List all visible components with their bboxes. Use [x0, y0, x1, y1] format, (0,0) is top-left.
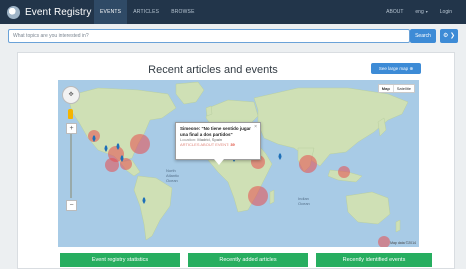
language-dropdown[interactable]: eng ▾	[409, 0, 433, 24]
event-bubble[interactable]	[338, 166, 350, 178]
search-row: What topics are you interested in? Searc…	[8, 29, 458, 43]
tab-recently-identified-events[interactable]: Recently identified events	[316, 253, 432, 267]
event-bubble[interactable]	[299, 155, 317, 173]
nav-right: ABOUT eng ▾ Login	[380, 0, 458, 24]
map-canvas: North Atlantic Ocean Indian Ocean	[67, 81, 409, 247]
brand[interactable]: Event Registry	[7, 4, 91, 20]
event-info-window: × Simeone: "No tiene sentido jugar una f…	[175, 122, 261, 165]
count-label: ARTICLES ABOUT EVENT:	[180, 142, 230, 147]
nav-tab-browse[interactable]: BROWSE	[165, 0, 200, 24]
bottom-tabs: Event registry statistics Recently added…	[60, 253, 456, 267]
nav-tab-events[interactable]: EVENTS	[94, 0, 128, 24]
search-placeholder: What topics are you interested in?	[13, 33, 89, 39]
ocean-label: Ocean	[298, 201, 310, 206]
count-value: 39	[230, 142, 235, 147]
ocean-label: Ocean	[166, 178, 178, 183]
map-type-satellite[interactable]: Satellite	[394, 85, 414, 92]
world-map[interactable]: North Atlantic Ocean Indian Ocean Map Sa…	[58, 80, 419, 247]
event-title[interactable]: Simeone: "No tiene sentido jugar una fin…	[180, 126, 256, 137]
tab-recently-added-articles[interactable]: Recently added articles	[188, 253, 308, 267]
event-bubble[interactable]	[378, 236, 390, 247]
nav-tabs: EVENTS ARTICLES BROWSE	[94, 0, 201, 24]
event-article-count: ARTICLES ABOUT EVENT: 39	[180, 142, 256, 147]
nav-about[interactable]: ABOUT	[380, 0, 409, 24]
login-link[interactable]: Login	[434, 0, 458, 24]
map-type-map[interactable]: Map	[379, 85, 394, 92]
search-button[interactable]: Search	[410, 29, 436, 43]
nav-tab-articles[interactable]: ARTICLES	[127, 0, 165, 24]
map-type-toggle: Map Satellite	[377, 84, 415, 93]
event-bubble[interactable]	[248, 186, 268, 206]
map-pin-icon[interactable]	[278, 153, 282, 160]
zoom-slider[interactable]	[70, 134, 72, 198]
see-large-map-button[interactable]: See large map ⊕	[371, 63, 421, 74]
top-navbar: Event Registry EVENTS ARTICLES BROWSE AB…	[0, 0, 466, 24]
event-bubble[interactable]	[105, 158, 119, 172]
street-view-pegman-icon[interactable]	[68, 109, 73, 119]
zoom-out-button[interactable]: −	[66, 200, 77, 211]
section-title: Recent articles and events	[148, 64, 278, 76]
language-label: eng	[415, 9, 424, 15]
main-card: Recent articles and events See large map…	[17, 52, 455, 269]
map-attribution: Map data ©2014	[390, 241, 416, 245]
tab-event-registry-statistics[interactable]: Event registry statistics	[60, 253, 180, 267]
pan-control-icon[interactable]: ✥	[62, 86, 80, 104]
search-input[interactable]: What topics are you interested in?	[8, 29, 410, 43]
close-icon[interactable]: ×	[254, 124, 257, 130]
app-name: Event Registry	[25, 6, 92, 18]
search-options-button[interactable]: ⚙ ❯	[440, 29, 458, 43]
event-bubble[interactable]	[130, 134, 150, 154]
zoom-in-button[interactable]: +	[66, 123, 77, 134]
caret-down-icon: ▾	[425, 9, 428, 14]
globe-logo-icon	[7, 5, 20, 19]
